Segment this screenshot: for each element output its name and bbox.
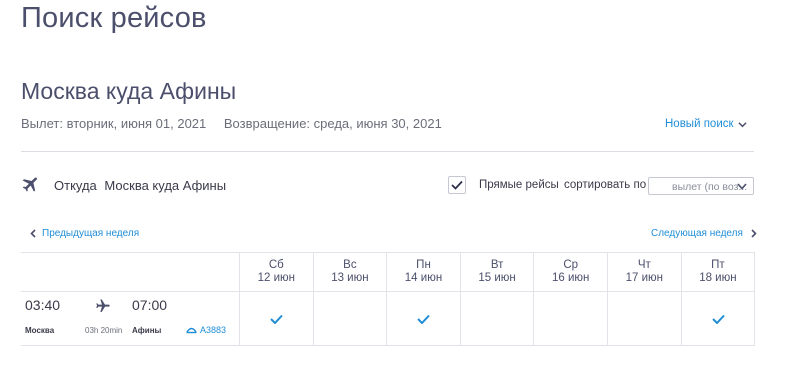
dates-line: Вылет: вторник, июня 01, 2021 Возвращени…	[21, 116, 456, 131]
day-name: Ср	[563, 259, 579, 271]
departure-date: Вылет: вторник, июня 01, 2021	[21, 116, 207, 131]
direct-flights-checkbox[interactable]	[448, 176, 466, 194]
next-week-link[interactable]: Следующая неделя	[651, 228, 757, 239]
check-icon	[417, 314, 430, 324]
sort-select-value: вылет (по воз...	[672, 181, 748, 193]
route-label: Москва куда Афины	[104, 178, 227, 193]
check-icon	[711, 314, 725, 324]
check-icon	[270, 314, 283, 324]
day-column[interactable]: Ср 16 июн	[534, 252, 608, 346]
day-date: 13 июн	[331, 272, 369, 284]
chevron-down-icon	[737, 121, 747, 127]
day-date: 12 июн	[257, 272, 295, 284]
day-column[interactable]: Пн 14 июн	[387, 252, 461, 346]
plane-icon	[96, 299, 110, 312]
day-name: Чт	[637, 259, 651, 271]
day-date: 18 июн	[699, 272, 737, 284]
route-line: Откуда Москва куда Афины	[54, 178, 226, 193]
aircraft-code: A3883	[200, 325, 227, 335]
check-icon	[451, 180, 463, 190]
plane-icon	[22, 177, 37, 192]
day-name: Вт	[490, 259, 504, 271]
from-label: Откуда	[54, 178, 97, 193]
day-date: 17 июн	[625, 272, 663, 284]
new-search-label: Новый поиск	[665, 118, 734, 130]
new-search-button[interactable]: Новый поиск	[665, 118, 747, 130]
departure-city: Москва	[25, 326, 55, 335]
return-date: Возвращение: среда, июня 30, 2021	[223, 116, 442, 131]
day-column[interactable]: Чт 17 июн	[608, 252, 682, 346]
sort-select[interactable]: вылет (по воз...	[648, 177, 754, 195]
day-date: 15 июн	[478, 272, 516, 284]
departure-time: 03:40	[25, 297, 61, 313]
sort-label: сортировать по	[564, 179, 647, 191]
chevron-right-icon	[751, 229, 757, 238]
previous-week-label: Предыдущая неделя	[42, 228, 140, 239]
day-name: Пт	[711, 259, 725, 271]
day-column[interactable]: Вс 13 июн	[314, 252, 388, 346]
day-name: Сб	[268, 259, 284, 271]
day-column[interactable]: Сб 12 июн	[240, 252, 314, 346]
chevron-down-icon	[737, 183, 747, 190]
arrival-time: 07:00	[132, 297, 168, 313]
previous-week-link[interactable]: Предыдущая неделя	[30, 228, 139, 239]
day-date: 14 июн	[404, 272, 443, 284]
next-week-label: Следующая неделя	[651, 228, 743, 239]
day-column[interactable]: Пт 18 июн	[682, 252, 756, 346]
flight-duration: 03h 20min	[85, 326, 123, 335]
route-title: Москва куда Афины	[21, 78, 237, 104]
aircraft-link[interactable]: A3883	[186, 325, 226, 335]
day-column[interactable]: Вт 15 июн	[461, 252, 535, 346]
day-name: Вс	[343, 259, 357, 271]
direct-flights-label: Прямые рейсы	[479, 179, 559, 191]
divider	[21, 151, 754, 152]
aircraft-icon	[186, 327, 197, 334]
day-date: 16 июн	[551, 272, 590, 284]
chevron-left-icon	[30, 229, 36, 238]
page-title: Поиск рейсов	[21, 2, 207, 34]
arrival-city: Афины	[132, 326, 162, 335]
day-name: Пн	[416, 259, 431, 271]
